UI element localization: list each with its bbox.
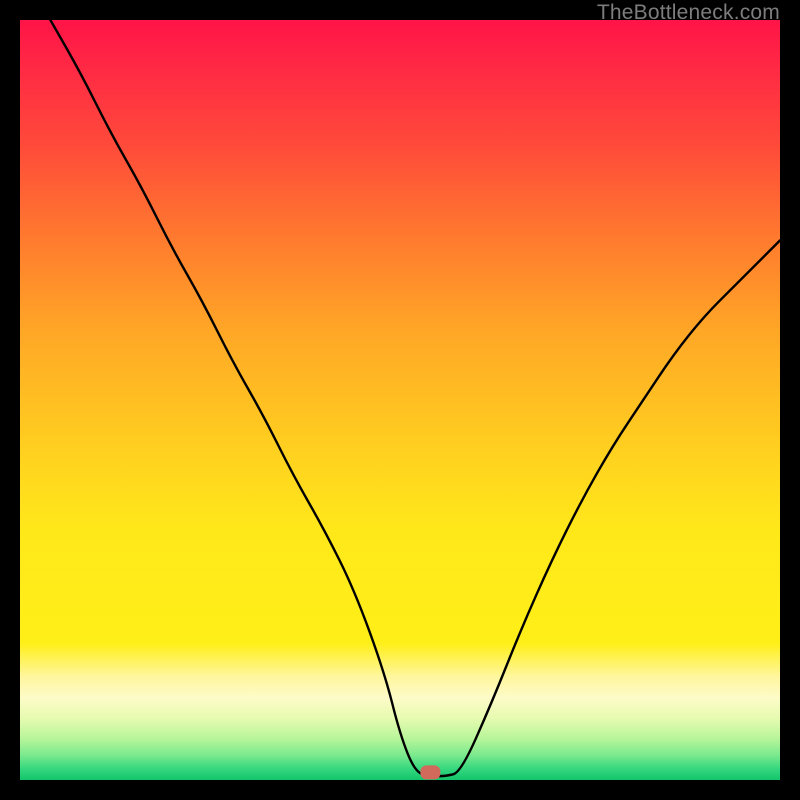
bottleneck-curve (20, 20, 780, 780)
plot-area (20, 20, 780, 780)
chart-frame: TheBottleneck.com (0, 0, 800, 800)
curve-marker (420, 765, 440, 779)
